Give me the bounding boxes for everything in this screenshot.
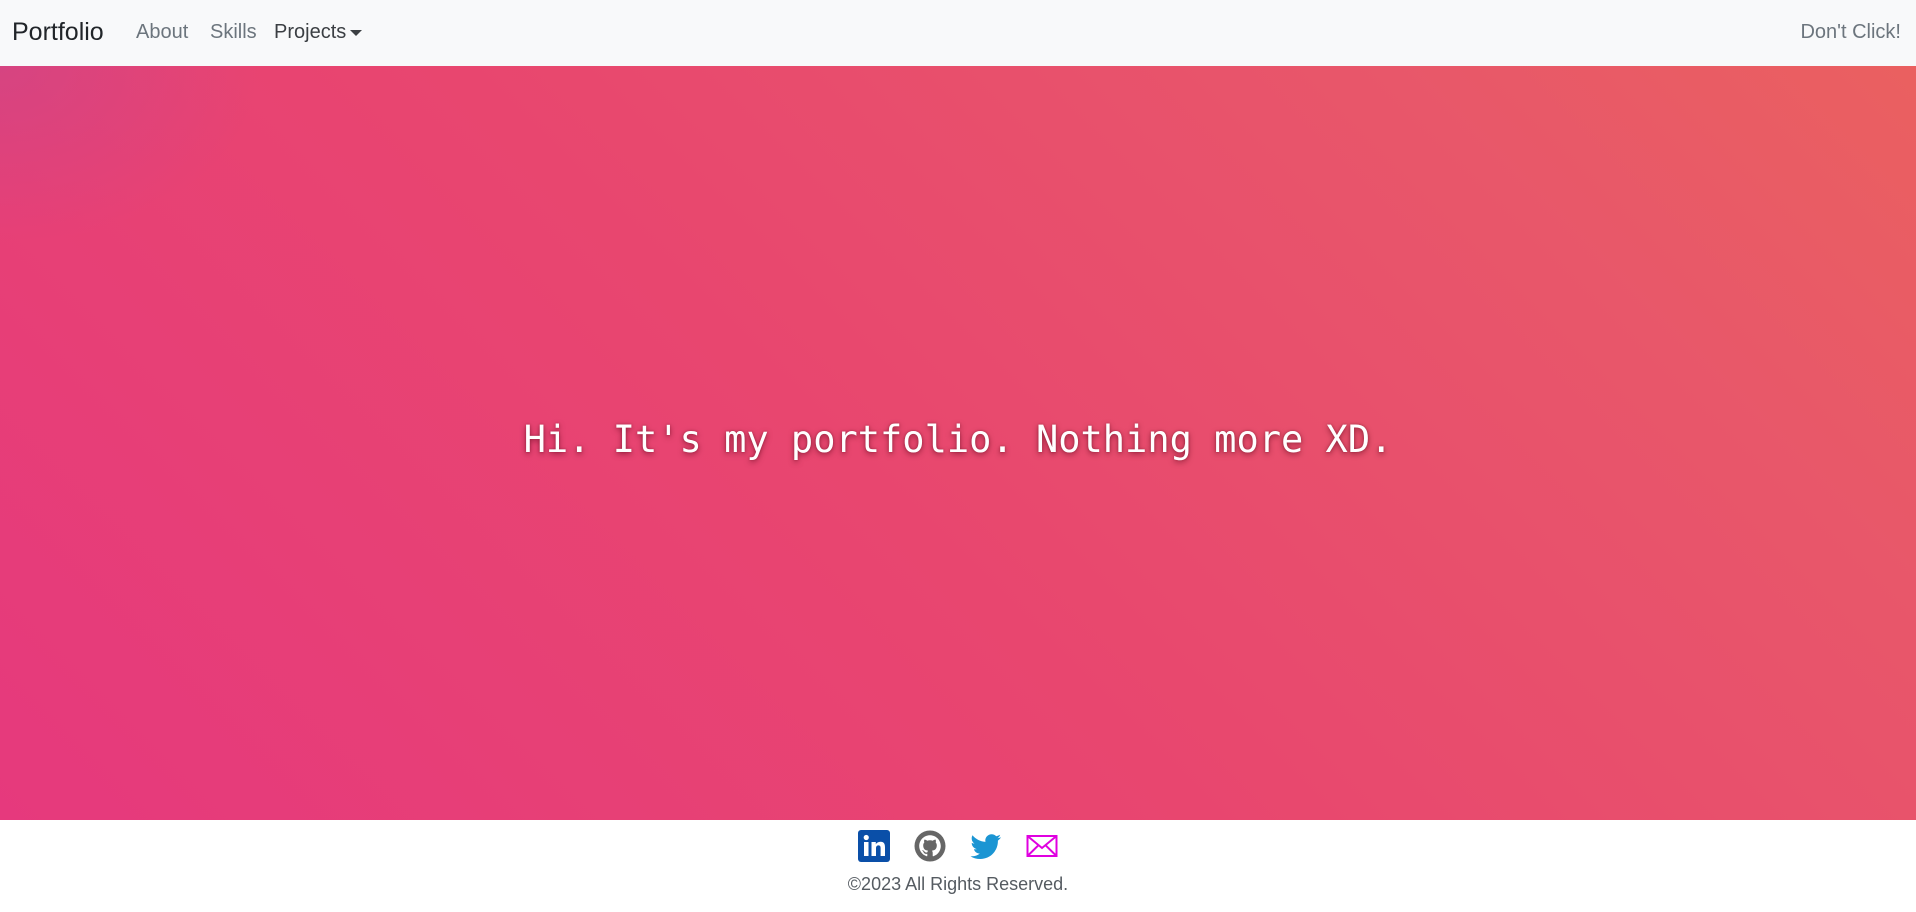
github-icon[interactable] [914, 830, 946, 862]
hero-banner: Hi. It's my portfolio. Nothing more XD. [0, 66, 1916, 820]
navbar: Portfolio About Skills Projects Don't Cl… [0, 0, 1916, 66]
nav-item-skills[interactable]: Skills [210, 20, 257, 44]
caret-down-icon [350, 29, 363, 36]
footer: ©2023 All Rights Reserved. [0, 820, 1916, 912]
hero-headline: Hi. It's my portfolio. Nothing more XD. [523, 418, 1393, 461]
mail-icon[interactable] [1026, 830, 1058, 862]
nav-item-projects-dropdown[interactable]: Projects [274, 20, 363, 44]
copyright-text: ©2023 All Rights Reserved. [847, 874, 1069, 894]
twitter-icon[interactable] [970, 830, 1002, 862]
nav-item-about[interactable]: About [136, 20, 188, 44]
dont-click-link[interactable]: Don't Click! [1800, 20, 1901, 44]
nav-item-projects-label: Projects [274, 21, 347, 43]
linkedin-icon[interactable] [858, 830, 890, 862]
brand-link[interactable]: Portfolio [12, 17, 104, 47]
social-links [0, 830, 1916, 862]
